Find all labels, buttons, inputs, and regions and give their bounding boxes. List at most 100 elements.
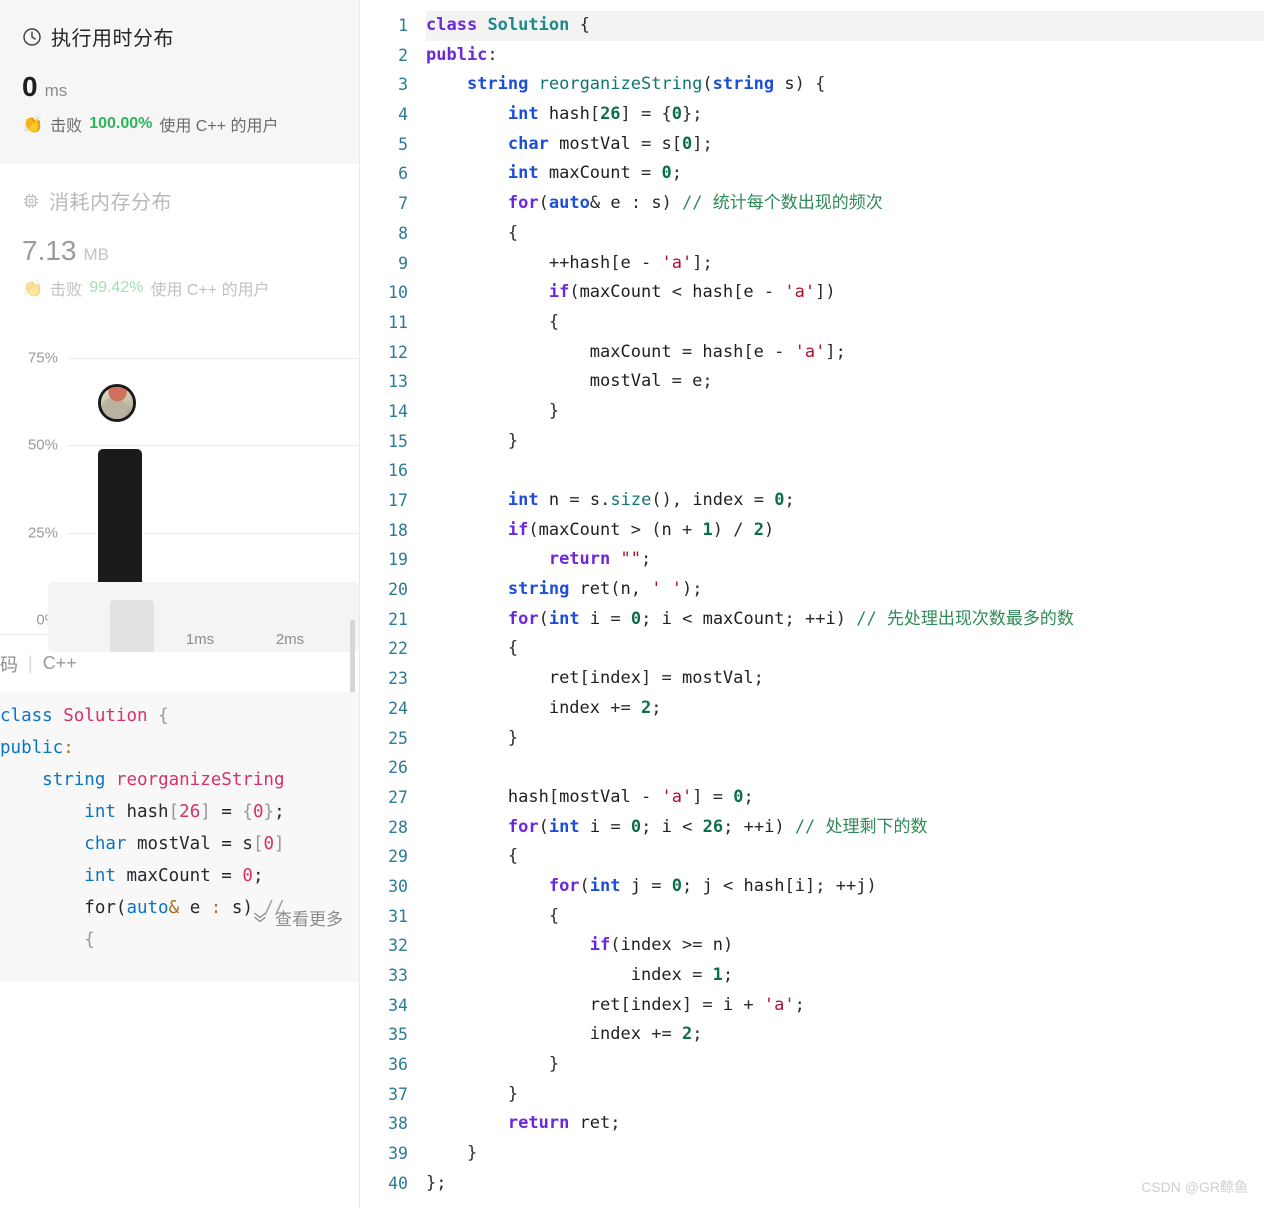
line-content[interactable]: } [426,1080,1264,1110]
line-content[interactable]: } [426,724,1264,754]
line-content[interactable]: hash[mostVal - 'a'] = 0; [426,783,1264,813]
line-content[interactable]: for(auto& e : s) // 统计每个数出现的频次 [426,189,1264,219]
code-line[interactable]: 13 mostVal = e; [360,367,1264,397]
line-content[interactable]: return ret; [426,1109,1264,1139]
code-line[interactable]: 31 { [360,902,1264,932]
line-content[interactable]: public: [426,41,1264,71]
code-line[interactable]: 18 if(maxCount > (n + 1) / 2) [360,516,1264,546]
line-content[interactable]: { [426,634,1264,664]
code-line[interactable]: 15 } [360,427,1264,457]
code-line[interactable]: 16 [360,456,1264,486]
avatar[interactable] [98,384,136,423]
code-line[interactable]: 3 string reorganizeString(string s) { [360,70,1264,100]
line-content[interactable]: if(maxCount > (n + 1) / 2) [426,516,1264,546]
code-line[interactable]: 23 ret[index] = mostVal; [360,664,1264,694]
code-line[interactable]: 32 if(index >= n) [360,931,1264,961]
code-preview[interactable]: class Solution {public: string reorganiz… [0,692,359,982]
code-line[interactable]: 20 string ret(n, ' '); [360,575,1264,605]
line-content[interactable]: mostVal = e; [426,367,1264,397]
code-line[interactable]: 19 return ""; [360,545,1264,575]
line-content[interactable]: { [426,308,1264,338]
code-line[interactable]: 29 { [360,842,1264,872]
line-content[interactable]: ret[index] = mostVal; [426,664,1264,694]
code-line[interactable]: 22 { [360,634,1264,664]
line-content[interactable]: for(int j = 0; j < hash[i]; ++j) [426,872,1264,902]
memory-distribution-card[interactable]: 消耗内存分布 7.13 MB 👏 击败 99.42% 使用 C++ 的用户 [0,164,359,334]
runtime-distribution-chart[interactable]: 0%25%50%75%2ms 1ms2ms [0,334,359,652]
runtime-distribution-card[interactable]: 执行用时分布 0 ms 👏 击败 100.00% 使用 C++ 的用户 [0,0,359,164]
code-line[interactable]: 12 maxCount = hash[e - 'a']; [360,338,1264,368]
code-line[interactable]: 27 hash[mostVal - 'a'] = 0; [360,783,1264,813]
code-line[interactable]: 10 if(maxCount < hash[e - 'a']) [360,278,1264,308]
line-number: 3 [398,75,408,95]
chart-plot-area[interactable]: 0%25%50%75%2ms [0,344,359,645]
code-line[interactable]: 28 for(int i = 0; i < 26; ++i) // 处理剩下的数 [360,813,1264,843]
line-content[interactable]: ret[index] = i + 'a'; [426,991,1264,1021]
code-line[interactable]: 25 } [360,724,1264,754]
line-content[interactable] [426,753,1264,783]
line-number: 26 [388,758,408,778]
gridline [68,445,359,447]
code-line[interactable]: 40}; [360,1169,1264,1199]
line-content[interactable]: string reorganizeString(string s) { [426,70,1264,100]
line-content[interactable]: { [426,842,1264,872]
line-content[interactable]: for(int i = 0; i < maxCount; ++i) // 先处理… [426,605,1264,635]
line-content[interactable]: class Solution { [426,11,1264,41]
line-content[interactable]: } [426,427,1264,457]
line-content[interactable]: index = 1; [426,961,1264,991]
line-content[interactable]: return ""; [426,545,1264,575]
code-line[interactable]: 4 int hash[26] = {0}; [360,100,1264,130]
code-line[interactable]: 1 class Solution { [360,11,1264,41]
runtime-title: 执行用时分布 [51,28,174,50]
line-content[interactable]: } [426,1139,1264,1169]
line-content[interactable]: } [426,397,1264,427]
memory-value-row: 7.13 MB [22,237,337,265]
code-line[interactable]: 7 for(auto& e : s) // 统计每个数出现的频次 [360,189,1264,219]
code-line[interactable]: 24 index += 2; [360,694,1264,724]
line-content[interactable]: for(int i = 0; i < 26; ++i) // 处理剩下的数 [426,813,1264,843]
view-more-button[interactable]: 查看更多 [205,872,343,968]
line-content[interactable]: ++hash[e - 'a']; [426,249,1264,279]
line-content[interactable]: { [426,902,1264,932]
clap-icon: 👏 [22,278,44,298]
code-line[interactable]: 35 index += 2; [360,1020,1264,1050]
line-content[interactable]: char mostVal = s[0]; [426,130,1264,160]
code-line[interactable]: 37 } [360,1080,1264,1110]
code-language: C++ [42,653,77,673]
line-number: 29 [388,847,408,867]
code-line[interactable]: 2 public: [360,41,1264,71]
line-content[interactable]: if(maxCount < hash[e - 'a']) [426,278,1264,308]
line-content[interactable]: string ret(n, ' '); [426,575,1264,605]
code-line[interactable]: 30 for(int j = 0; j < hash[i]; ++j) [360,872,1264,902]
chart-navigator[interactable]: 1ms 2ms [48,582,359,652]
line-content[interactable]: int maxCount = 0; [426,159,1264,189]
line-content[interactable]: int hash[26] = {0}; [426,100,1264,130]
code-editor[interactable]: 1 class Solution {2 public: 3 string reorga… [360,0,1264,1209]
code-line[interactable]: 38 return ret; [360,1109,1264,1139]
line-number: 38 [388,1114,408,1134]
code-line[interactable]: 39 } [360,1139,1264,1169]
line-content[interactable]: { [426,219,1264,249]
code-line[interactable]: 26 [360,753,1264,783]
line-content[interactable]: }; [426,1169,1264,1199]
code-line[interactable]: 14 } [360,397,1264,427]
line-content[interactable]: } [426,1050,1264,1080]
code-line[interactable]: 11 { [360,308,1264,338]
code-line[interactable]: 36 } [360,1050,1264,1080]
code-line[interactable]: 8 { [360,219,1264,249]
line-content[interactable]: index += 2; [426,694,1264,724]
navigator-bar[interactable] [110,600,154,652]
line-content[interactable] [426,456,1264,486]
code-line[interactable]: 34 ret[index] = i + 'a'; [360,991,1264,1021]
line-content[interactable]: if(index >= n) [426,931,1264,961]
line-content[interactable]: index += 2; [426,1020,1264,1050]
code-line[interactable]: 9 ++hash[e - 'a']; [360,249,1264,279]
code-lines[interactable]: 1 class Solution {2 public: 3 string reorga… [360,0,1264,1199]
line-content[interactable]: int n = s.size(), index = 0; [426,486,1264,516]
code-line[interactable]: 17 int n = s.size(), index = 0; [360,486,1264,516]
code-line[interactable]: 33 index = 1; [360,961,1264,991]
code-line[interactable]: 6 int maxCount = 0; [360,159,1264,189]
code-line[interactable]: 5 char mostVal = s[0]; [360,130,1264,160]
line-content[interactable]: maxCount = hash[e - 'a']; [426,338,1264,368]
code-line[interactable]: 21 for(int i = 0; i < maxCount; ++i) // … [360,605,1264,635]
